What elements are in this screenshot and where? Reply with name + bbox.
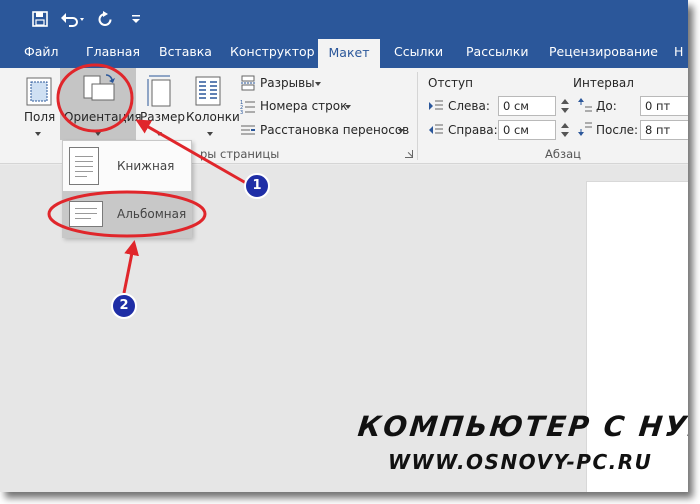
columns-label[interactable]: Колонки bbox=[186, 110, 240, 124]
hyphenation-chevron-icon bbox=[398, 129, 404, 133]
spacing-before-label: До: bbox=[596, 99, 617, 113]
indent-right-icon bbox=[428, 122, 444, 136]
paragraph-group-label: Абзац bbox=[545, 147, 581, 161]
tab-mailings[interactable]: Рассылки bbox=[466, 38, 528, 68]
indent-header: Отступ bbox=[428, 76, 473, 90]
indent-left-spinner[interactable] bbox=[560, 96, 570, 116]
group-separator bbox=[417, 72, 418, 160]
watermark-title: КОМПЬЮТЕР С НУЛЯ bbox=[356, 410, 688, 443]
tab-file[interactable]: Файл bbox=[24, 38, 59, 68]
spacing-header: Интервал bbox=[573, 76, 634, 90]
tab-view[interactable]: Н bbox=[674, 38, 683, 68]
landscape-label: Альбомная bbox=[117, 207, 187, 221]
landscape-page-icon bbox=[69, 201, 103, 227]
size-icon[interactable] bbox=[146, 74, 174, 108]
breaks-label[interactable]: Разрывы bbox=[260, 76, 315, 90]
spacing-before-input[interactable]: 0 пт bbox=[640, 96, 688, 116]
callout-number-1: 1 bbox=[252, 178, 262, 193]
tab-review[interactable]: Рецензирование bbox=[549, 38, 658, 68]
breaks-icon[interactable] bbox=[240, 75, 256, 91]
spacing-before-icon bbox=[578, 97, 592, 113]
save-icon[interactable] bbox=[28, 6, 52, 32]
portrait-page-icon bbox=[69, 147, 99, 185]
indent-left-input[interactable]: 0 см bbox=[498, 96, 556, 116]
columns-chevron-icon bbox=[207, 132, 213, 136]
indent-left-label: Слева: bbox=[448, 99, 490, 113]
spacing-after-icon bbox=[578, 121, 592, 137]
breaks-chevron-icon bbox=[315, 82, 321, 86]
quick-access-toolbar bbox=[0, 0, 688, 38]
margins-label[interactable]: Поля bbox=[24, 110, 55, 124]
tab-layout[interactable]: Макет bbox=[318, 39, 380, 69]
indent-right-label: Справа: bbox=[448, 123, 498, 137]
tab-insert[interactable]: Вставка bbox=[159, 38, 212, 68]
orientation-icon[interactable] bbox=[80, 72, 120, 110]
callout-number-2: 2 bbox=[119, 298, 129, 313]
orientation-chevron-icon bbox=[95, 132, 101, 136]
tab-design[interactable]: Конструктор bbox=[230, 38, 315, 68]
spacing-after-input[interactable]: 8 пт bbox=[640, 120, 688, 140]
line-numbers-chevron-icon bbox=[345, 105, 351, 109]
margins-icon[interactable] bbox=[24, 76, 54, 106]
columns-icon[interactable] bbox=[195, 76, 221, 106]
hyphenation-icon[interactable] bbox=[240, 122, 256, 138]
line-numbers-icon[interactable]: 123 bbox=[240, 98, 256, 116]
margins-chevron-icon bbox=[35, 132, 41, 136]
page-setup-launcher-icon[interactable] bbox=[405, 150, 413, 158]
size-chevron-icon bbox=[156, 132, 162, 136]
indent-right-input[interactable]: 0 см bbox=[498, 120, 556, 140]
redo-icon[interactable] bbox=[94, 6, 116, 32]
indent-right-spinner[interactable] bbox=[560, 120, 570, 140]
menu-item-portrait[interactable]: Книжная bbox=[63, 143, 191, 189]
hyphenation-label[interactable]: Расстановка переносов bbox=[260, 123, 409, 137]
ribbon-tabs: Файл Главная Вставка Конструктор Макет С… bbox=[0, 38, 688, 69]
size-label[interactable]: Размер bbox=[140, 110, 185, 124]
undo-icon[interactable] bbox=[60, 6, 88, 32]
document-page[interactable] bbox=[586, 181, 688, 492]
orientation-menu: Книжная Альбомная bbox=[62, 140, 192, 238]
orientation-label[interactable]: Ориентация bbox=[64, 110, 142, 124]
spacing-after-label: После: bbox=[596, 123, 639, 137]
watermark-url: WWW.OSNOVY-PC.RU bbox=[388, 450, 653, 474]
word-window: Файл Главная Вставка Конструктор Макет С… bbox=[0, 0, 688, 492]
svg-text:3: 3 bbox=[240, 110, 243, 114]
customize-qat-icon[interactable] bbox=[126, 6, 146, 32]
menu-item-landscape[interactable]: Альбомная bbox=[63, 191, 191, 237]
line-numbers-label[interactable]: Номера строк bbox=[260, 99, 347, 113]
portrait-label: Книжная bbox=[117, 159, 175, 173]
tab-references[interactable]: Ссылки bbox=[394, 38, 443, 68]
page-setup-group-label: ры страницы bbox=[200, 147, 280, 161]
indent-left-icon bbox=[428, 98, 444, 112]
tab-home[interactable]: Главная bbox=[86, 38, 140, 68]
